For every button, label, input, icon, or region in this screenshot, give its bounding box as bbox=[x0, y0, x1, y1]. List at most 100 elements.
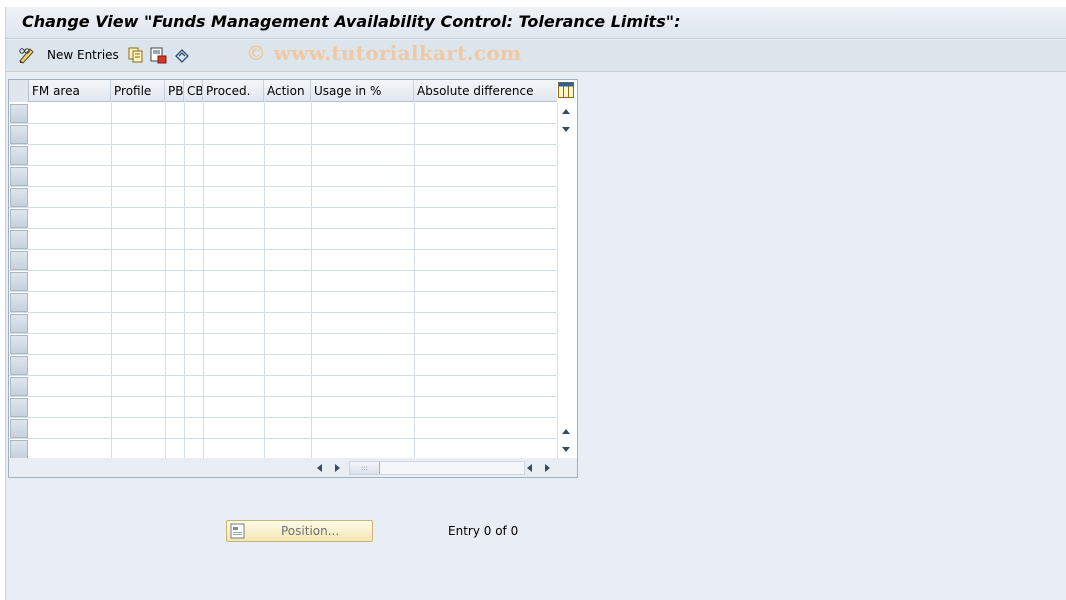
scroll-first-left-icon[interactable] bbox=[317, 464, 322, 472]
column-divider bbox=[414, 334, 415, 354]
row-selector[interactable] bbox=[10, 188, 28, 207]
col-header-profile[interactable]: Profile bbox=[111, 80, 165, 102]
column-divider bbox=[311, 439, 312, 459]
row-selector[interactable] bbox=[10, 251, 28, 270]
column-divider bbox=[184, 229, 185, 249]
page-up-icon[interactable] bbox=[562, 429, 570, 434]
column-divider bbox=[165, 124, 166, 144]
row-selector[interactable] bbox=[10, 230, 28, 249]
row-selector[interactable] bbox=[10, 356, 28, 375]
column-divider bbox=[111, 250, 112, 270]
table-row[interactable] bbox=[9, 418, 558, 439]
row-selector[interactable] bbox=[10, 167, 28, 186]
col-header-pb[interactable]: PB bbox=[165, 80, 184, 102]
table-row[interactable] bbox=[9, 355, 558, 376]
column-divider bbox=[184, 145, 185, 165]
row-selector[interactable] bbox=[10, 293, 28, 312]
column-divider bbox=[264, 250, 265, 270]
scroll-right-left-icon[interactable] bbox=[527, 464, 532, 472]
table-row[interactable] bbox=[9, 250, 558, 271]
row-selector[interactable] bbox=[10, 335, 28, 354]
column-divider bbox=[184, 439, 185, 459]
column-divider bbox=[264, 187, 265, 207]
column-divider bbox=[414, 250, 415, 270]
table-row[interactable] bbox=[9, 334, 558, 355]
table-row[interactable] bbox=[9, 271, 558, 292]
row-selector[interactable] bbox=[10, 146, 28, 165]
table-row[interactable] bbox=[9, 229, 558, 250]
row-selector[interactable] bbox=[10, 440, 28, 459]
table-row[interactable] bbox=[9, 376, 558, 397]
table-row[interactable] bbox=[9, 166, 558, 187]
table-row[interactable] bbox=[9, 145, 558, 166]
column-divider bbox=[264, 439, 265, 459]
column-divider bbox=[165, 376, 166, 396]
column-divider bbox=[311, 145, 312, 165]
column-divider bbox=[203, 397, 204, 417]
col-header-fm-area[interactable]: FM area bbox=[29, 80, 111, 102]
col-header-action[interactable]: Action bbox=[264, 80, 311, 102]
col-header-usage[interactable]: Usage in % bbox=[311, 80, 414, 102]
row-selector[interactable] bbox=[10, 398, 28, 417]
col-header-cb[interactable]: CB bbox=[184, 80, 203, 102]
column-divider bbox=[203, 124, 204, 144]
column-divider bbox=[264, 355, 265, 375]
horizontal-scrollbar[interactable]: ::: bbox=[9, 458, 577, 477]
column-divider bbox=[165, 418, 166, 438]
position-button[interactable]: Position... bbox=[226, 520, 373, 542]
column-settings-icon[interactable] bbox=[558, 82, 574, 99]
column-divider bbox=[414, 271, 415, 291]
new-entries-button[interactable]: New Entries bbox=[47, 48, 119, 62]
copy-icon[interactable] bbox=[126, 46, 144, 64]
column-divider bbox=[165, 250, 166, 270]
row-selector[interactable] bbox=[10, 377, 28, 396]
page-down-icon[interactable] bbox=[562, 447, 570, 452]
column-divider bbox=[414, 103, 415, 123]
select-all-cell[interactable] bbox=[9, 80, 29, 102]
scroll-left-right-icon[interactable] bbox=[335, 464, 340, 472]
vertical-scrollbar[interactable] bbox=[558, 103, 577, 458]
table-row[interactable] bbox=[9, 187, 558, 208]
column-divider bbox=[184, 355, 185, 375]
column-divider bbox=[414, 145, 415, 165]
scroll-last-right-icon[interactable] bbox=[545, 464, 550, 472]
row-selector[interactable] bbox=[10, 209, 28, 228]
column-divider bbox=[264, 271, 265, 291]
scroll-up-icon[interactable] bbox=[562, 109, 570, 114]
undo-icon[interactable] bbox=[173, 46, 191, 64]
scroll-down-icon[interactable] bbox=[562, 127, 570, 132]
table-row[interactable] bbox=[9, 313, 558, 334]
column-divider bbox=[184, 250, 185, 270]
hscroll-thumb[interactable]: ::: bbox=[350, 462, 380, 474]
hscroll-track[interactable]: ::: bbox=[349, 461, 525, 475]
column-divider bbox=[111, 418, 112, 438]
row-selector[interactable] bbox=[10, 419, 28, 438]
column-divider bbox=[184, 208, 185, 228]
table-row[interactable] bbox=[9, 103, 558, 124]
column-divider bbox=[165, 439, 166, 459]
column-divider bbox=[414, 208, 415, 228]
column-divider bbox=[111, 439, 112, 459]
table-row[interactable] bbox=[9, 439, 558, 460]
table-row[interactable] bbox=[9, 208, 558, 229]
column-divider bbox=[203, 355, 204, 375]
change-display-icon[interactable] bbox=[18, 46, 36, 64]
row-selector[interactable] bbox=[10, 125, 28, 144]
save-as-icon[interactable] bbox=[149, 46, 167, 64]
table-row[interactable] bbox=[9, 397, 558, 418]
position-button-label: Position... bbox=[281, 524, 340, 538]
row-selector[interactable] bbox=[10, 104, 28, 123]
column-divider bbox=[165, 397, 166, 417]
table-row[interactable] bbox=[9, 292, 558, 313]
column-divider bbox=[184, 187, 185, 207]
col-header-proced[interactable]: Proced. bbox=[203, 80, 264, 102]
column-divider bbox=[414, 376, 415, 396]
col-header-absolute-difference[interactable]: Absolute difference bbox=[414, 80, 557, 102]
row-selector[interactable] bbox=[10, 272, 28, 291]
column-divider bbox=[203, 418, 204, 438]
column-divider bbox=[264, 124, 265, 144]
column-divider bbox=[311, 334, 312, 354]
table-row[interactable] bbox=[9, 124, 558, 145]
column-divider bbox=[111, 334, 112, 354]
row-selector[interactable] bbox=[10, 314, 28, 333]
